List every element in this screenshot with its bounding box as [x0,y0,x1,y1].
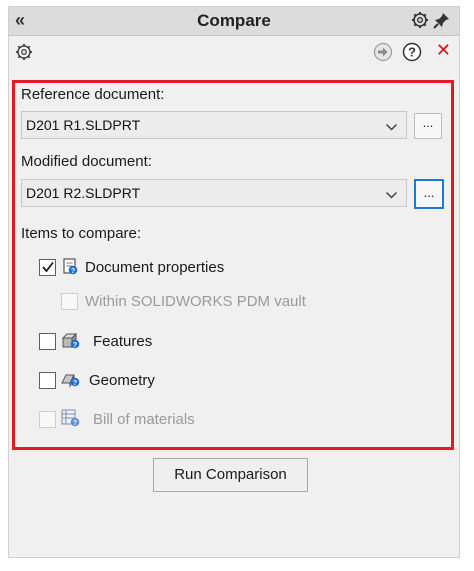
geometry-label: Geometry [89,372,155,389]
items-to-compare-label: Items to compare: [21,225,142,242]
modified-document-value: D201 R2.SLDPRT [26,185,141,201]
reference-document-value: D201 R1.SLDPRT [26,117,141,133]
svg-text:?: ? [408,45,416,60]
geometry-icon: ? [60,369,82,394]
modified-document-select[interactable]: D201 R2.SLDPRT [21,179,407,207]
document-properties-icon: ? [60,257,80,282]
svg-text:?: ? [73,342,77,349]
title-bar: « Compare [9,7,459,36]
reference-browse-button[interactable]: ... [414,113,442,139]
compare-panel: « Compare ? ✕ Reference document: D201 R… [8,6,460,558]
within-pdm-vault-label: Within SOLIDWORKS PDM vault [85,293,306,310]
modified-document-label: Modified document: [21,153,152,170]
next-arrow-icon[interactable] [373,42,393,67]
bill-of-materials-icon: ? [60,408,82,433]
within-pdm-vault-checkbox[interactable] [61,293,78,310]
features-icon: ? [60,330,82,355]
chevron-down-icon[interactable] [385,187,398,205]
run-comparison-button[interactable]: Run Comparison [153,458,308,492]
checkmark-icon [42,261,54,273]
svg-text:?: ? [73,380,77,387]
panel-title: Compare [197,11,271,30]
gear-icon[interactable] [411,11,429,34]
compare-options-group: Reference document: D201 R1.SLDPRT ... M… [12,80,454,450]
svg-text:?: ? [73,420,77,427]
reference-document-label: Reference document: [21,86,165,103]
options-gear-icon[interactable] [15,43,33,66]
tool-row: ? ✕ [9,37,459,67]
help-icon[interactable]: ? [402,42,422,67]
pin-icon[interactable] [433,11,451,34]
features-label: Features [93,333,153,350]
chevron-down-icon[interactable] [385,119,398,137]
bill-of-materials-checkbox[interactable] [39,411,56,428]
document-properties-checkbox[interactable] [39,259,56,276]
svg-text:?: ? [71,268,75,275]
geometry-checkbox[interactable] [39,372,56,389]
modified-browse-button[interactable]: ... [414,179,444,209]
bill-of-materials-label: Bill of materials [93,411,195,428]
close-icon[interactable]: ✕ [436,40,451,60]
reference-document-select[interactable]: D201 R1.SLDPRT [21,111,407,139]
document-properties-label: Document properties [85,259,225,276]
features-checkbox[interactable] [39,333,56,350]
